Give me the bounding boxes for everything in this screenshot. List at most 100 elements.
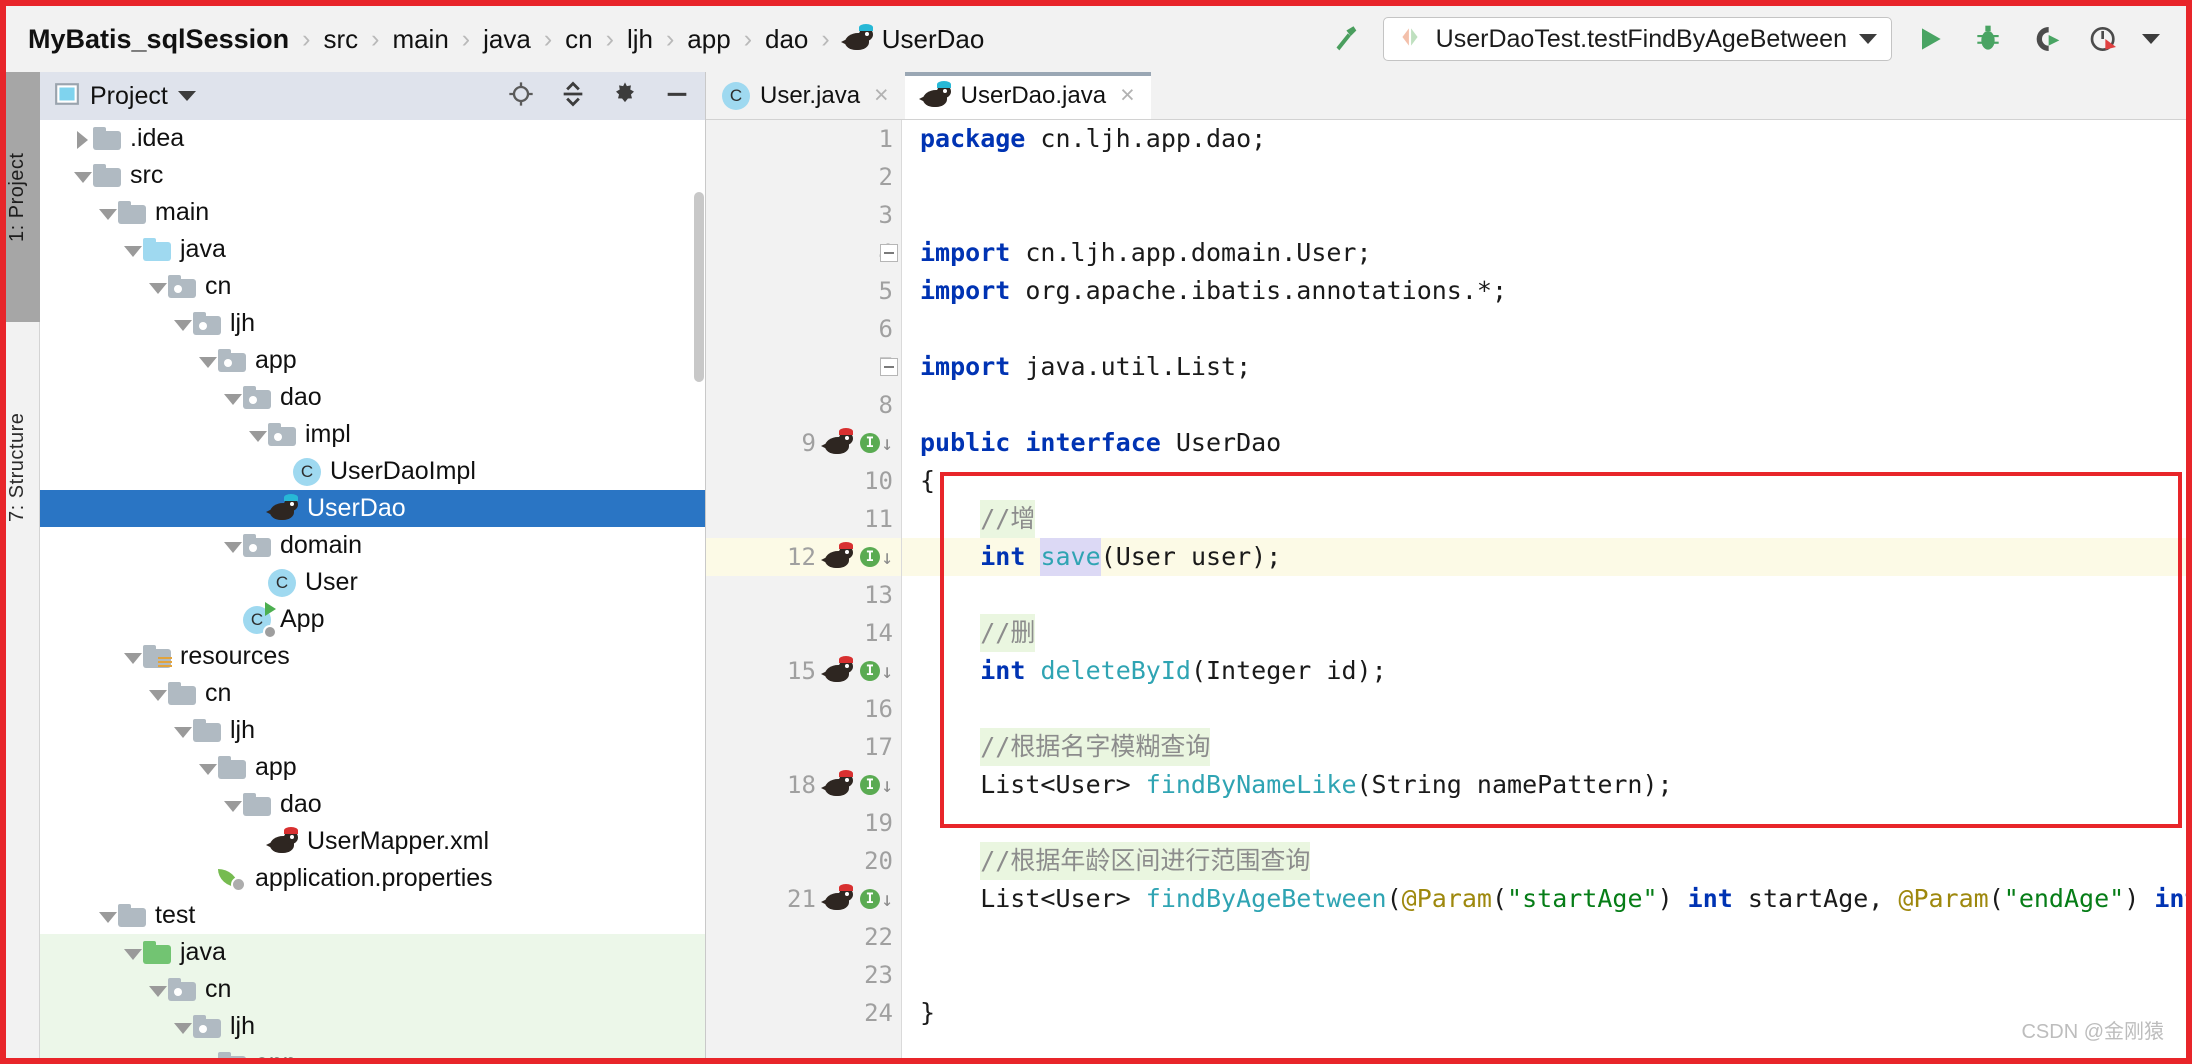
code-line[interactable]: { [902,462,2186,500]
code-line[interactable] [902,310,2186,348]
breadcrumb-item-dao[interactable]: dao [765,24,808,55]
tree-item-java[interactable]: java [40,934,705,971]
tree-item-java[interactable]: java [40,231,705,268]
chevron-down-icon[interactable] [146,276,168,298]
tree-item-cn[interactable]: cn [40,268,705,305]
code-line[interactable] [902,158,2186,196]
tree-item-test[interactable]: test [40,897,705,934]
chevron-down-icon[interactable] [121,942,143,964]
gutter-line[interactable]: 8 [706,386,901,424]
gutter-line[interactable]: 19 [706,804,901,842]
tree-item-src[interactable]: src [40,157,705,194]
gutter-line[interactable]: 20 [706,842,901,880]
sidebar-item-project[interactable]: 1: Project [6,72,40,322]
chevron-down-icon[interactable] [146,979,168,1001]
code-line[interactable] [902,386,2186,424]
gutter-line[interactable]: 3 [706,196,901,234]
gutter-line[interactable]: 10 [706,462,901,500]
code-line[interactable] [902,804,2186,842]
gutter-line[interactable]: 24 [706,994,901,1032]
editor-gutter[interactable]: 123456789I↓101112I↓131415I↓161718I↓19202… [706,120,902,1058]
gutter-line[interactable]: 13 [706,576,901,614]
hammer-icon[interactable] [1325,19,1365,59]
locate-icon[interactable] [507,80,535,113]
gutter-line[interactable]: 2 [706,158,901,196]
code-line[interactable]: package cn.ljh.app.dao; [902,120,2186,158]
collapse-all-icon[interactable] [559,80,587,113]
gutter-line[interactable]: 16 [706,690,901,728]
chevron-right-icon[interactable] [71,128,93,150]
hide-icon[interactable] [663,80,691,113]
code-line[interactable] [902,956,2186,994]
tree-item-userdao[interactable]: UserDao [40,490,705,527]
gutter-line[interactable]: 15 I ↓ [706,652,901,690]
breadcrumb-item-java[interactable]: java [483,24,531,55]
gutter-line[interactable]: 21 I ↓ [706,880,901,918]
tree-item-application-properties[interactable]: application.properties [40,860,705,897]
mybatis-statement-gutter-icon[interactable] [820,428,853,456]
run-with-coverage-icon[interactable] [2026,19,2066,59]
run-configuration-selector[interactable]: UserDaoTest.testFindByAgeBetween [1382,17,1892,61]
code-line[interactable]: int save (User user); [902,538,2186,576]
chevron-down-icon[interactable] [221,794,243,816]
tree-item-usermapper-xml[interactable]: UserMapper.xml [40,823,705,860]
toolbar-more-chevron-icon[interactable] [2142,34,2160,44]
implemented-marker-icon[interactable]: I ↓ [859,433,893,453]
code-fold-toggle-icon[interactable] [880,358,898,376]
code-line[interactable] [902,690,2186,728]
chevron-down-icon[interactable] [121,239,143,261]
close-icon[interactable]: × [874,81,889,110]
implemented-marker-icon[interactable]: I ↓ [859,661,893,681]
tree-item-userdaoimpl[interactable]: C UserDaoImpl [40,453,705,490]
code-line[interactable]: import org.apache.ibatis.annotations.*; [902,272,2186,310]
code-line[interactable]: //删 [902,614,2186,652]
code-line[interactable] [902,576,2186,614]
implemented-marker-icon[interactable]: I ↓ [859,889,893,909]
breadcrumb-item-src[interactable]: src [323,24,358,55]
chevron-down-icon[interactable] [121,646,143,668]
mybatis-statement-gutter-icon[interactable] [820,542,853,570]
mybatis-statement-gutter-icon[interactable] [820,884,853,912]
chevron-down-icon[interactable] [246,424,268,446]
gutter-line[interactable]: 11 [706,500,901,538]
code-line[interactable]: int deleteById (Integer id); [902,652,2186,690]
chevron-down-icon[interactable] [177,91,196,101]
chevron-down-icon[interactable] [1859,34,1877,44]
code-line[interactable]: //根据年龄区间进行范围查询 [902,842,2186,880]
breadcrumb-item-userdao[interactable]: UserDao [840,24,984,55]
mybatis-statement-gutter-icon[interactable] [820,656,853,684]
tree-item-domain[interactable]: domain [40,527,705,564]
sidebar-item-structure[interactable]: 7: Structure [6,342,40,592]
chevron-down-icon[interactable] [146,683,168,705]
chevron-down-icon[interactable] [171,1016,193,1038]
chevron-down-icon[interactable] [171,720,193,742]
gutter-line[interactable]: 9 I ↓ [706,424,901,462]
tree-item-ljh[interactable]: ljh [40,305,705,342]
gutter-line[interactable]: 23 [706,956,901,994]
breadcrumb-item-ljh[interactable]: ljh [627,24,653,55]
chevron-down-icon[interactable] [196,350,218,372]
run-icon[interactable] [1910,19,1950,59]
settings-icon[interactable] [611,80,639,113]
chevron-down-icon[interactable] [196,1053,218,1059]
chevron-down-icon[interactable] [221,387,243,409]
project-tree-scrollbar[interactable] [694,192,704,382]
gutter-line[interactable]: 12 I ↓ [706,538,901,576]
mybatis-statement-gutter-icon[interactable] [820,770,853,798]
tree-item--idea[interactable]: .idea [40,120,705,157]
breadcrumb-item-main[interactable]: main [392,24,448,55]
tree-item-dao[interactable]: dao [40,379,705,416]
chevron-down-icon[interactable] [71,165,93,187]
code-fold-toggle-icon[interactable] [880,244,898,262]
tree-item-user[interactable]: C User [40,564,705,601]
gutter-line[interactable]: 17 [706,728,901,766]
code-line[interactable]: import java.util.List; [902,348,2186,386]
tree-item-app[interactable]: app [40,749,705,786]
tree-item-cn[interactable]: cn [40,971,705,1008]
chevron-down-icon[interactable] [96,202,118,224]
breadcrumb-item-app[interactable]: app [687,24,730,55]
gutter-line[interactable]: 1 [706,120,901,158]
code-line[interactable]: import cn.ljh.app.domain.User; [902,234,2186,272]
code-line[interactable] [902,918,2186,956]
editor-tab-userdao-java[interactable]: UserDao.java × [904,72,1151,119]
